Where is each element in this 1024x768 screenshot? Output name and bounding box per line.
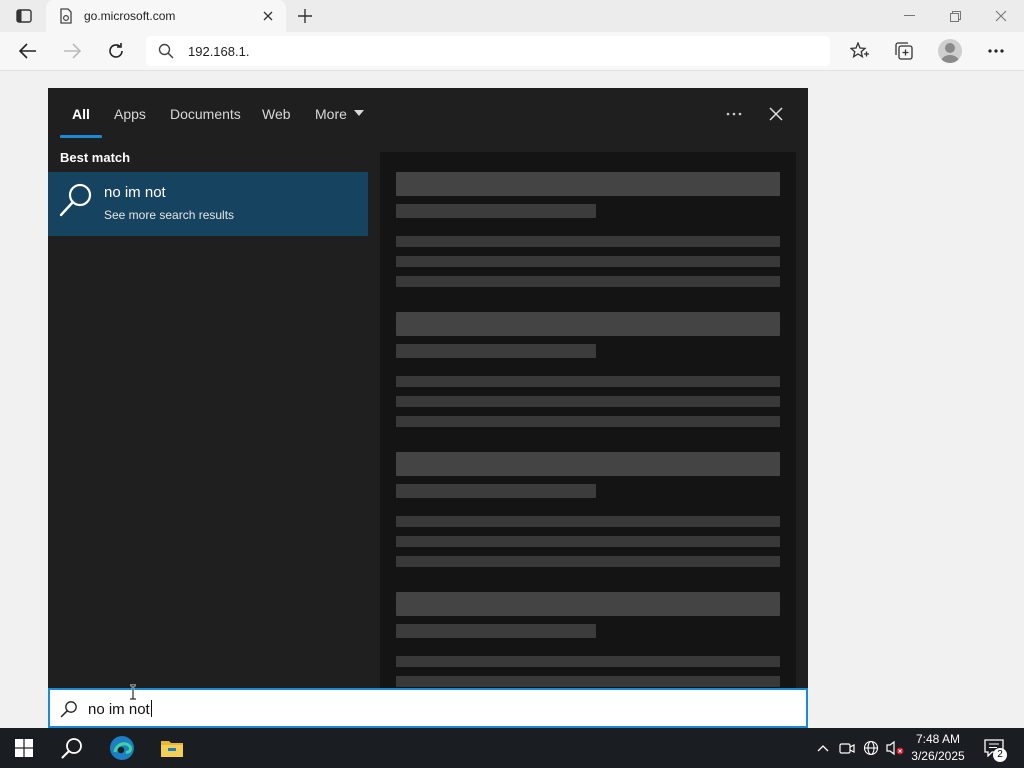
skeleton-block: [396, 204, 596, 218]
address-input[interactable]: 192.168.1.: [188, 44, 249, 59]
preview-pane-loading: [380, 152, 796, 688]
browser-toolbar: 192.168.1.: [0, 32, 1024, 71]
more-icon[interactable]: [982, 38, 1010, 64]
windows-search-panel: All Apps Documents Web More Best match n…: [48, 88, 808, 728]
taskbar-search-button[interactable]: [48, 728, 96, 768]
skeleton-block: [396, 516, 780, 527]
search-query-text: no im not: [88, 701, 150, 718]
refresh-icon[interactable]: [102, 38, 130, 64]
skeleton-block: [396, 452, 780, 476]
search-icon: [59, 183, 92, 217]
tab-web[interactable]: Web: [262, 106, 291, 122]
skeleton-block: [396, 676, 780, 687]
show-hidden-icons-button[interactable]: [812, 728, 834, 768]
minimize-icon[interactable]: [886, 0, 932, 32]
tab-more[interactable]: More: [315, 106, 364, 122]
chevron-up-icon: [817, 745, 829, 752]
ellipsis-icon: [726, 112, 742, 116]
edge-icon: [110, 736, 134, 760]
close-icon: [769, 107, 783, 121]
page-favicon-icon: [58, 8, 74, 24]
tab-title: go.microsoft.com: [84, 9, 176, 23]
tab-documents[interactable]: Documents: [170, 106, 241, 122]
search-icon: [60, 701, 77, 718]
back-icon[interactable]: [14, 38, 42, 64]
tab-apps[interactable]: Apps: [114, 106, 146, 122]
active-tab-indicator: [60, 135, 102, 138]
skeleton-block: [396, 376, 780, 387]
favorites-icon[interactable]: [846, 38, 874, 64]
windows-start-icon: [15, 739, 33, 757]
edge-taskbar-button[interactable]: [98, 728, 146, 768]
tab-actions-icon: [16, 9, 32, 23]
network-button[interactable]: [860, 728, 882, 768]
skeleton-block: [396, 556, 780, 567]
skeleton-block: [396, 396, 780, 407]
tab-all[interactable]: All: [72, 106, 90, 122]
results-list: Best match no im not See more search res…: [48, 140, 368, 688]
browser-tab[interactable]: go.microsoft.com: [46, 0, 286, 32]
tab-actions-button[interactable]: [8, 6, 40, 26]
notification-count-badge: 2: [993, 748, 1007, 762]
skeleton-block: [396, 344, 596, 358]
file-explorer-taskbar-button[interactable]: [148, 728, 196, 768]
skeleton-block: [396, 276, 780, 287]
collections-icon[interactable]: [890, 38, 918, 64]
skeleton-block: [396, 312, 780, 336]
tab-more-label: More: [315, 106, 347, 122]
browser-tab-bar: go.microsoft.com: [0, 0, 1024, 32]
taskbar: 7:48 AM 3/26/2025 2: [0, 728, 1024, 768]
volume-muted-icon: [886, 740, 904, 756]
skeleton-block: [396, 256, 780, 267]
best-match-result[interactable]: no im not See more search results: [48, 172, 368, 236]
restore-icon[interactable]: [932, 0, 978, 32]
skeleton-block: [396, 416, 780, 427]
chevron-down-icon: [353, 110, 364, 117]
volume-button[interactable]: [884, 728, 906, 768]
panel-close-button[interactable]: [762, 102, 790, 126]
start-button[interactable]: [0, 728, 48, 768]
search-icon: [61, 738, 82, 759]
forward-icon[interactable]: [58, 38, 86, 64]
search-input[interactable]: no im not: [88, 700, 152, 718]
file-explorer-icon: [161, 741, 183, 757]
network-icon: [863, 740, 879, 756]
result-title: no im not: [104, 184, 166, 201]
text-caret: [150, 700, 152, 717]
meet-now-button[interactable]: [836, 728, 858, 768]
profile-avatar[interactable]: [938, 39, 962, 63]
close-tab-icon[interactable]: [260, 8, 276, 24]
skeleton-block: [396, 484, 596, 498]
close-window-icon[interactable]: [978, 0, 1024, 32]
skeleton-block: [396, 656, 780, 667]
search-box[interactable]: no im not: [48, 688, 808, 728]
skeleton-block: [396, 536, 780, 547]
action-center-button[interactable]: [980, 728, 1008, 768]
meet-now-icon: [839, 743, 855, 754]
skeleton-block: [396, 236, 780, 247]
panel-options-button[interactable]: [720, 102, 748, 126]
skeleton-block: [396, 624, 596, 638]
system-clock[interactable]: 7:48 AM 3/26/2025: [904, 731, 972, 765]
best-match-heading: Best match: [60, 150, 131, 165]
clock-time: 7:48 AM: [915, 732, 961, 746]
address-bar[interactable]: 192.168.1.: [146, 36, 830, 66]
search-icon: [158, 43, 174, 59]
search-scope-tabs: All Apps Documents Web More: [48, 88, 808, 140]
mouse-cursor-icon: [130, 684, 136, 700]
result-subtitle: See more search results: [104, 208, 235, 222]
skeleton-block: [396, 172, 780, 196]
skeleton-block: [396, 592, 780, 616]
clock-date: 3/26/2025: [911, 749, 965, 763]
new-tab-icon[interactable]: [294, 6, 316, 26]
